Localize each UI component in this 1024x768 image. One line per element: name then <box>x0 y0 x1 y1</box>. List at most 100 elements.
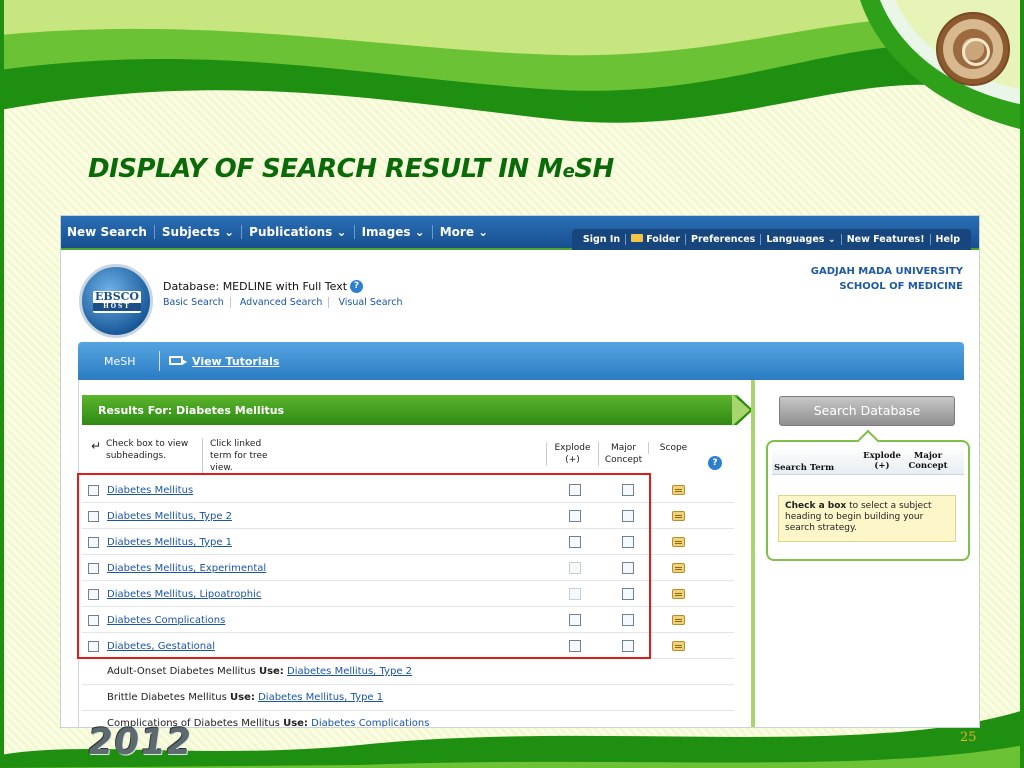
major-concept-checkbox[interactable] <box>622 588 634 600</box>
languages-link[interactable]: Languages ⌄ <box>761 234 842 245</box>
sign-in-link[interactable]: Sign In <box>578 234 627 245</box>
search-term-panel-header: Search Term Explode (+) Major Concept <box>772 449 964 475</box>
results-arrow <box>732 394 750 426</box>
term-link[interactable]: Diabetes Mellitus, Type 1 <box>107 537 232 548</box>
panel-divider <box>751 380 755 727</box>
top-navigation-bar: New Search Subjects ⌄ Publications ⌄ Ima… <box>61 216 979 250</box>
menu-more[interactable]: More ⌄ <box>433 225 495 239</box>
page-number: 25 <box>960 730 977 745</box>
term-row-experimental: Diabetes Mellitus, Experimental <box>82 555 734 581</box>
new-features-link[interactable]: New Features! <box>842 234 931 245</box>
instruction-note: Check a box to select a subject heading … <box>778 495 956 542</box>
panel-major-concept-column: Major Concept <box>908 451 948 471</box>
scope-note-icon[interactable] <box>672 485 685 495</box>
user-toolbar: Sign In Folder Preferences Languages ⌄ N… <box>571 229 971 250</box>
major-concept-checkbox[interactable] <box>622 562 634 574</box>
scope-note-icon[interactable] <box>672 511 685 521</box>
search-database-button[interactable]: Search Database <box>779 396 955 426</box>
logo-text: EBSCO <box>95 290 139 303</box>
use-reference-link[interactable]: Diabetes Complications <box>311 718 429 727</box>
subheadings-checkbox[interactable] <box>88 641 99 652</box>
menu-subjects[interactable]: Subjects ⌄ <box>155 225 243 239</box>
explode-checkbox[interactable] <box>569 640 581 652</box>
explode-checkbox[interactable] <box>569 614 581 626</box>
major-concept-checkbox[interactable] <box>622 536 634 548</box>
use-reference-row: Brittle Diabetes Mellitus Use: Diabetes … <box>82 685 734 711</box>
search-term-column: Search Term <box>774 463 835 473</box>
menu-images[interactable]: Images ⌄ <box>355 225 433 239</box>
subheadings-checkbox[interactable] <box>88 589 99 600</box>
major-concept-checkbox[interactable] <box>622 640 634 652</box>
mesh-label: MeSH <box>104 355 136 368</box>
term-link[interactable]: Diabetes, Gestational <box>107 641 215 652</box>
subheadings-checkbox[interactable] <box>88 563 99 574</box>
explode-checkbox[interactable] <box>569 484 581 496</box>
logo-subtext: HOST <box>93 303 141 311</box>
explode-column-header: Explode (+) <box>546 442 598 466</box>
scope-note-icon[interactable] <box>672 589 685 599</box>
tree-view-hint: Click linked term for tree view. <box>202 438 280 474</box>
scope-column-header: Scope <box>648 442 698 454</box>
mesh-term-list: Diabetes Mellitus Diabetes Mellitus, Typ… <box>82 477 734 727</box>
help-icon[interactable]: ? <box>708 456 722 470</box>
year-badge: 2012 <box>85 722 196 763</box>
folder-icon <box>631 234 644 242</box>
explode-checkbox-disabled <box>569 562 581 574</box>
term-row-type-2: Diabetes Mellitus, Type 2 <box>82 503 734 529</box>
university-seal-logo <box>936 12 1010 86</box>
basic-search-link[interactable]: Basic Search <box>163 297 231 308</box>
divider <box>159 351 160 371</box>
term-row-gestational: Diabetes, Gestational <box>82 633 734 659</box>
page-header: EBSCO HOST Database: MEDLINE with Full Te… <box>61 250 979 342</box>
mesh-results-area: Results For: Diabetes Mellitus ↵ Check b… <box>78 380 970 727</box>
slide-title: DISPLAY OF SEARCH RESULT IN MeSH <box>88 154 614 184</box>
major-concept-checkbox[interactable] <box>622 510 634 522</box>
menu-new-search[interactable]: New Search <box>67 225 155 239</box>
results-column-headers: ↵ Check box to view subheadings. Click l… <box>79 436 739 476</box>
use-reference-row: Adult-Onset Diabetes Mellitus Use: Diabe… <box>82 659 734 685</box>
search-term-panel: Search Term Explode (+) Major Concept Ch… <box>766 440 970 561</box>
menu-publications[interactable]: Publications ⌄ <box>242 225 355 239</box>
subheadings-checkbox[interactable] <box>88 615 99 626</box>
major-concept-checkbox[interactable] <box>622 614 634 626</box>
database-label[interactable]: Database: MEDLINE with Full Text <box>163 280 347 293</box>
subheadings-checkbox[interactable] <box>88 485 99 496</box>
panel-explode-column: Explode (+) <box>863 451 901 471</box>
checkbox-hint: Check box to view subheadings. <box>106 439 189 461</box>
term-link[interactable]: Diabetes Mellitus, Experimental <box>107 563 266 574</box>
return-arrow-icon: ↵ <box>91 439 102 453</box>
video-camera-icon <box>169 356 187 365</box>
scope-note-icon[interactable] <box>672 641 685 651</box>
term-link[interactable]: Diabetes Complications <box>107 615 225 626</box>
scope-note-icon[interactable] <box>672 615 685 625</box>
subheadings-checkbox[interactable] <box>88 511 99 522</box>
mesh-toolbar: MeSH View Tutorials <box>78 342 964 380</box>
preferences-link[interactable]: Preferences <box>686 234 762 245</box>
term-row-diabetes-mellitus: Diabetes Mellitus <box>82 477 734 503</box>
term-link[interactable]: Diabetes Mellitus <box>107 485 193 496</box>
explode-checkbox[interactable] <box>569 510 581 522</box>
use-reference-link[interactable]: Diabetes Mellitus, Type 2 <box>287 666 412 677</box>
view-tutorials-link[interactable]: View Tutorials <box>192 355 279 368</box>
ebsco-host-logo[interactable]: EBSCO HOST <box>79 264 153 338</box>
visual-search-link[interactable]: Visual Search <box>332 297 408 308</box>
folder-link[interactable]: Folder <box>626 234 687 245</box>
help-icon[interactable]: ? <box>350 280 364 293</box>
term-link[interactable]: Diabetes Mellitus, Lipoatrophic <box>107 589 261 600</box>
database-info: Database: MEDLINE with Full Text? Basic … <box>163 280 409 308</box>
subheadings-checkbox[interactable] <box>88 537 99 548</box>
explode-checkbox[interactable] <box>569 536 581 548</box>
results-header: Results For: Diabetes Mellitus <box>82 395 753 425</box>
use-reference-link[interactable]: Diabetes Mellitus, Type 1 <box>258 692 383 703</box>
major-concept-checkbox[interactable] <box>622 484 634 496</box>
search-mode-links: Basic Search Advanced Search Visual Sear… <box>163 297 409 308</box>
advanced-search-link[interactable]: Advanced Search <box>233 297 330 308</box>
term-row-type-1: Diabetes Mellitus, Type 1 <box>82 529 734 555</box>
term-link[interactable]: Diabetes Mellitus, Type 2 <box>107 511 232 522</box>
term-row-complications: Diabetes Complications <box>82 607 734 633</box>
ebsco-screenshot: New Search Subjects ⌄ Publications ⌄ Ima… <box>60 215 980 728</box>
main-menu: New Search Subjects ⌄ Publications ⌄ Ima… <box>67 225 495 239</box>
scope-note-icon[interactable] <box>672 537 685 547</box>
help-link[interactable]: Help <box>931 234 965 245</box>
scope-note-icon[interactable] <box>672 563 685 573</box>
